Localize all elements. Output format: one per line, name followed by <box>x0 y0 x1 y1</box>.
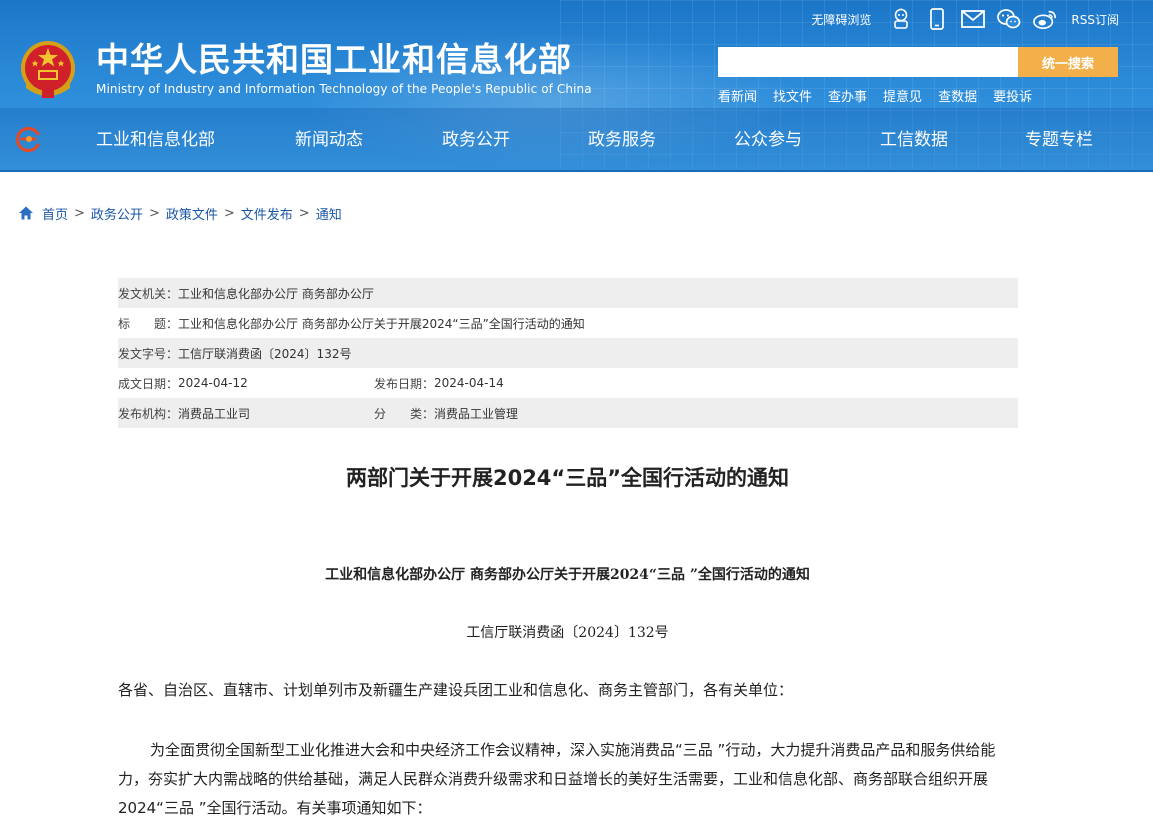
meta-docno-value: 工信厅联消费函〔2024〕132号 <box>178 346 352 361</box>
document-metadata-table: 发文机关： 工业和信息化部办公厅 商务部办公厅 标 题： 工业和信息化部办公厅 … <box>118 278 1018 428</box>
nav-special-topics[interactable]: 专题专栏 <box>1025 120 1093 160</box>
article-headline: 两部门关于开展2024“三品”全国行活动的通知 <box>345 466 790 490</box>
top-utility-bar: 无障碍浏览 RSS订阅 <box>811 6 1119 32</box>
meta-published-label: 发布日期： <box>374 376 435 391</box>
main-navigation: 工业和信息化部 新闻动态 政务公开 政务服务 公众参与 工信数据 专题专栏 <box>60 120 1140 160</box>
nav-gov-affairs[interactable]: 政务公开 <box>442 120 510 160</box>
meta-row-issuer: 发文机关： 工业和信息化部办公厅 商务部办公厅 <box>118 278 1018 308</box>
quicklink-data[interactable]: 查数据 <box>938 86 977 105</box>
e-government-logo-icon[interactable] <box>16 126 42 152</box>
wechat-icon[interactable] <box>997 7 1021 31</box>
accessibility-link[interactable]: 无障碍浏览 <box>811 11 871 28</box>
nav-miit[interactable]: 工业和信息化部 <box>96 120 215 160</box>
nav-gov-services[interactable]: 政务服务 <box>588 120 656 160</box>
site-header: 中华人民共和国工业和信息化部 Ministry of Industry and … <box>0 0 1153 172</box>
weibo-icon[interactable] <box>1033 7 1057 31</box>
meta-row-dates: 成文日期： 2024-04-12 发布日期： 2024-04-14 <box>118 368 1018 398</box>
meta-created-value: 2024-04-12 <box>178 376 248 390</box>
document-title: 工业和信息化部办公厅 商务部办公厅关于开展2024“三品 ”全国行活动的通知 <box>325 567 810 583</box>
nav-public-participation[interactable]: 公众参与 <box>734 120 802 160</box>
breadcrumb-separator: > <box>223 205 235 221</box>
meta-title-value: 工业和信息化部办公厅 商务部办公厅关于开展2024“三品”全国行活动的通知 <box>178 316 585 331</box>
home-icon[interactable] <box>18 205 34 221</box>
breadcrumb-separator: > <box>148 205 160 221</box>
breadcrumb-separator: > <box>298 205 310 221</box>
quicklink-feedback[interactable]: 提意见 <box>883 86 922 105</box>
national-emblem-icon[interactable] <box>18 38 78 102</box>
article-body-paragraph: 为全面贯彻全国新型工业化推进大会和中央经济工作会议精神，深入实施消费品“三品 ”… <box>118 741 996 817</box>
quicklink-news[interactable]: 看新闻 <box>718 86 757 105</box>
meta-org-value: 消费品工业司 <box>178 406 251 421</box>
meta-row-title: 标 题： 工业和信息化部办公厅 商务部办公厅关于开展2024“三品”全国行活动的… <box>118 308 1018 338</box>
meta-issuer-label: 发文机关： <box>118 286 179 301</box>
breadcrumb-notice[interactable]: 通知 <box>316 204 342 223</box>
nav-data[interactable]: 工信数据 <box>880 120 948 160</box>
quicklink-files[interactable]: 找文件 <box>773 86 812 105</box>
meta-category-value: 消费品工业管理 <box>434 406 519 421</box>
site-title[interactable]: 中华人民共和国工业和信息化部 <box>96 40 572 80</box>
breadcrumb-policy-files[interactable]: 政策文件 <box>166 204 218 223</box>
meta-category-cell: 分 类： 消费品工业管理 <box>374 405 518 422</box>
search-button[interactable]: 统一搜索 <box>1018 47 1118 77</box>
meta-title-label: 标 题： <box>118 316 179 331</box>
meta-docno-label: 发文字号： <box>118 346 179 361</box>
meta-row-org: 发布机构： 消费品工业司 分 类： 消费品工业管理 <box>118 398 1018 428</box>
meta-created-cell: 成文日期： 2024-04-12 <box>118 375 374 392</box>
meta-org-label: 发布机构： <box>118 406 179 421</box>
breadcrumb-home[interactable]: 首页 <box>42 204 68 223</box>
rss-link[interactable]: RSS订阅 <box>1071 11 1119 28</box>
meta-category-label: 分 类： <box>374 406 435 421</box>
breadcrumb-separator: > <box>74 205 85 221</box>
quicklink-services[interactable]: 查办事 <box>828 86 867 105</box>
meta-row-docno: 发文字号： 工信厅联消费函〔2024〕132号 <box>118 338 1018 368</box>
mail-icon[interactable] <box>961 7 986 31</box>
breadcrumb: 首页 > 政务公开 > 政策文件 > 文件发布 > 通知 <box>18 203 342 223</box>
site-subtitle-en: Ministry of Industry and Information Tec… <box>96 82 592 96</box>
quick-links: 看新闻 找文件 查办事 提意见 查数据 要投诉 <box>718 86 1048 105</box>
breadcrumb-gov-affairs[interactable]: 政务公开 <box>91 204 143 223</box>
search-input[interactable] <box>718 47 1018 77</box>
article-addressee: 各省、自治区、直辖市、计划单列市及新疆生产建设兵团工业和信息化、商务主管部门，各… <box>118 681 794 699</box>
quicklink-complaint[interactable]: 要投诉 <box>993 86 1032 105</box>
meta-created-label: 成文日期： <box>118 376 179 391</box>
mobile-icon[interactable] <box>925 7 949 31</box>
robot-icon[interactable] <box>889 7 913 31</box>
document-number: 工信厅联消费函〔2024〕132号 <box>466 625 669 641</box>
nav-news[interactable]: 新闻动态 <box>295 120 363 160</box>
meta-published-value: 2024-04-14 <box>434 376 504 390</box>
breadcrumb-file-release[interactable]: 文件发布 <box>241 204 293 223</box>
meta-issuer-value: 工业和信息化部办公厅 商务部办公厅 <box>178 286 374 301</box>
meta-org-cell: 发布机构： 消费品工业司 <box>118 405 374 422</box>
meta-published-cell: 发布日期： 2024-04-14 <box>374 375 504 392</box>
